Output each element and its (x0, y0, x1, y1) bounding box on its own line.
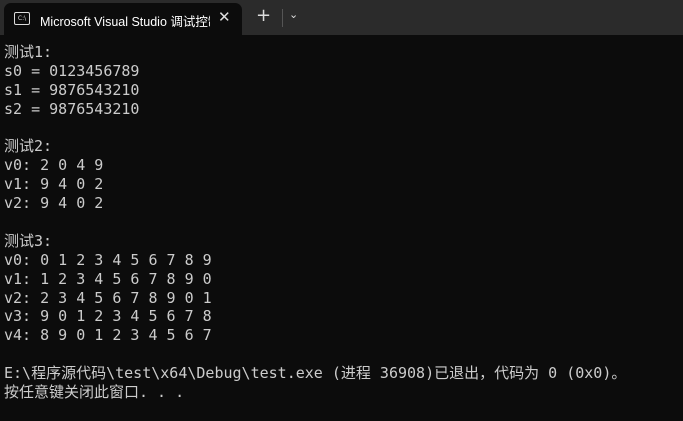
console-line: v0: 0 1 2 3 4 5 6 7 8 9 (4, 250, 212, 269)
console-line: 测试2: (4, 137, 53, 156)
console-line: v1: 1 2 3 4 5 6 7 8 9 0 (4, 269, 212, 288)
console-line: 测试3: (4, 231, 53, 250)
console-line: v3: 9 0 1 2 3 4 5 6 7 8 (4, 307, 212, 326)
console-line: 测试1: (4, 43, 53, 61)
console-line: 按任意键关闭此窗口. . . (4, 383, 185, 402)
console-line: s0 = 0123456789 (4, 61, 140, 80)
console-line: v4: 8 9 0 1 2 3 4 5 6 7 (4, 326, 212, 345)
console-icon: C:\ (14, 12, 30, 25)
console-line: v0: 2 0 4 9 (4, 156, 104, 175)
console-line: v2: 9 4 0 2 (4, 194, 104, 213)
terminal-tab[interactable]: C:\ Microsoft Visual Studio 调试控制台 ✕ (4, 3, 242, 35)
title-bar: C:\ Microsoft Visual Studio 调试控制台 ✕ + ⌄ (0, 0, 683, 35)
console-line: E:\程序源代码\test\x64\Debug\test.exe (进程 369… (4, 364, 627, 383)
console-line: v2: 2 3 4 5 6 7 8 9 0 1 (4, 288, 212, 307)
console-line: v1: 9 4 0 2 (4, 175, 104, 194)
console-line: s1 = 9876543210 (4, 80, 140, 99)
chevron-down-icon[interactable]: ⌄ (289, 8, 298, 21)
new-tab-button[interactable]: + (256, 5, 271, 26)
close-tab-icon[interactable]: ✕ (218, 8, 231, 26)
tab-title: Microsoft Visual Studio 调试控制台 (40, 15, 210, 29)
console-output[interactable]: 测试1: s0 = 0123456789 s1 = 9876543210 s2 = 9… (4, 43, 626, 402)
divider (282, 9, 283, 27)
console-line: s2 = 9876543210 (4, 99, 140, 118)
